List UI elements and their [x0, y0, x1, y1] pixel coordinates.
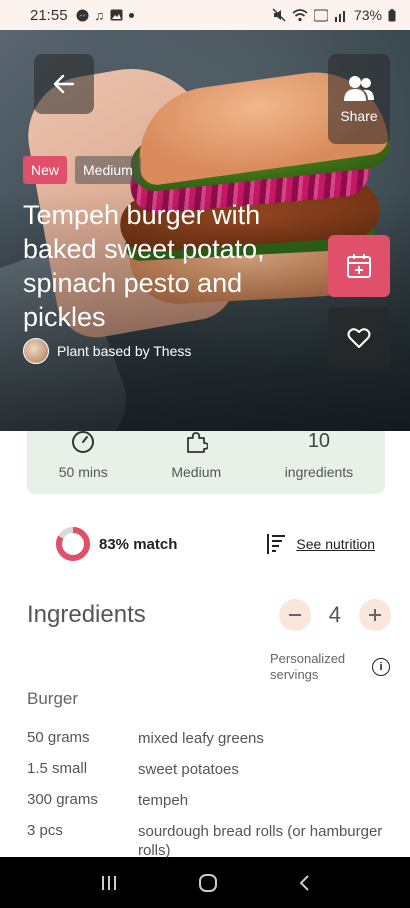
more-notifications-dot [129, 12, 135, 18]
tag-difficulty: Medium [75, 156, 141, 184]
match-ring-icon [56, 527, 90, 561]
volte-icon [313, 9, 328, 21]
stat-difficulty: Medium [171, 431, 221, 480]
ingredients-title: Ingredients [27, 601, 146, 628]
plus-icon [369, 609, 381, 621]
puzzle-icon [187, 432, 209, 453]
add-to-calendar-button[interactable] [328, 235, 390, 297]
personalized-servings: Personalized servings i [270, 651, 390, 683]
ingredient-name: tempeh [138, 792, 189, 809]
recipe-title: Tempeh burger with baked sweet potato, s… [23, 200, 265, 332]
recipe-tags: New Medium [23, 156, 141, 184]
match-row: 83% match See nutrition [55, 526, 375, 562]
ingredient-row: 50 grams mixed leafy greens [27, 729, 387, 760]
home-icon[interactable] [198, 873, 218, 893]
mute-icon [272, 8, 286, 22]
calendar-plus-icon [347, 254, 371, 278]
minus-icon [288, 614, 301, 616]
ingredient-row: 1.5 small sweet potatoes [27, 760, 387, 791]
ingredient-qty: 300 grams [27, 791, 98, 808]
author-name: Plant based by Thess [57, 343, 192, 359]
ingredient-name: sweet potatoes [138, 761, 239, 778]
ingredient-name: sourdough bread rolls (or hamburger roll… [138, 823, 383, 857]
see-nutrition-label: See nutrition [296, 536, 375, 552]
stat-ingredients-label: ingredients [284, 464, 354, 480]
image-icon [110, 9, 123, 21]
stat-ingredients-count: 10 [307, 431, 331, 452]
wifi-icon [292, 8, 308, 21]
author-link[interactable]: Plant based by Thess [23, 338, 191, 364]
ingredient-name: mixed leafy greens [138, 730, 264, 747]
match-score[interactable]: 83% match [55, 526, 177, 562]
messenger-icon [76, 9, 89, 21]
share-button[interactable]: Share [328, 54, 390, 144]
author-avatar [23, 338, 49, 364]
share-label: Share [340, 108, 378, 124]
ingredient-row: 3 pcs sourdough bread rolls (or hamburge… [27, 822, 387, 857]
ingredient-list: 50 grams mixed leafy greens 1.5 small sw… [27, 729, 387, 857]
status-time: 21:55 [30, 6, 68, 24]
see-nutrition-link[interactable]: See nutrition [266, 533, 375, 555]
arrow-left-icon [53, 74, 75, 94]
system-navigation-bar [0, 857, 410, 908]
ingredient-row: 300 grams tempeh [27, 791, 387, 822]
recipe-stats-card: 50 mins Medium 10 ingredients [27, 431, 385, 494]
servings-stepper: 4 [278, 599, 391, 631]
ingredient-qty: 50 grams [27, 729, 90, 746]
back-nav-icon[interactable] [298, 874, 310, 892]
favorite-button[interactable] [328, 307, 390, 369]
timer-icon [72, 431, 95, 453]
personalized-servings-label: Personalized servings [270, 651, 346, 682]
notification-icons: ♫ [76, 8, 135, 23]
ingredient-qty: 3 pcs [27, 822, 63, 839]
decrease-servings-button[interactable] [278, 599, 311, 631]
recent-apps-icon[interactable] [100, 875, 118, 891]
stat-difficulty-value: Medium [171, 464, 222, 480]
status-right: 73% [272, 7, 396, 23]
stat-time-value: 50 mins [58, 464, 108, 480]
ingredient-qty: 1.5 small [27, 760, 88, 777]
status-bar: 21:55 ♫ 73% [0, 0, 410, 30]
stat-ingredients: 10 ingredients [285, 431, 354, 480]
stat-time: 50 mins [59, 431, 108, 480]
signal-icon [334, 10, 345, 22]
ingredients-header: Ingredients 4 [27, 599, 391, 631]
ingredient-section-title: Burger [27, 689, 79, 708]
people-icon [344, 76, 374, 101]
servings-count: 4 [328, 602, 341, 627]
recipe-content: 50 mins Medium 10 ingredients 83% match … [0, 431, 410, 857]
heart-icon [347, 328, 371, 348]
info-icon[interactable]: i [372, 658, 390, 676]
tag-new: New [23, 156, 68, 184]
nutrition-list-icon [267, 534, 286, 554]
battery-icon [388, 8, 396, 21]
match-label: 83% match [99, 535, 178, 553]
increase-servings-button[interactable] [359, 599, 391, 631]
back-button[interactable] [34, 54, 94, 114]
battery-percent: 73% [353, 7, 382, 23]
music-icon: ♫ [94, 7, 105, 23]
